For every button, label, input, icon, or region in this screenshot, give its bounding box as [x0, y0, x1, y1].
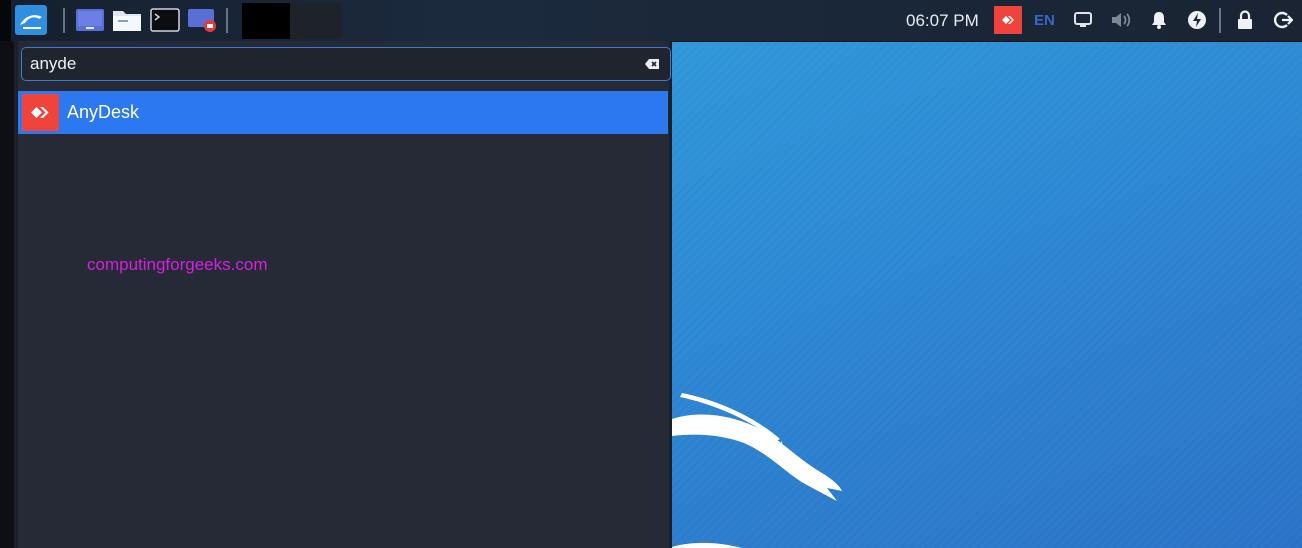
- app-launcher-menu: AnyDesk computingforgeeks.com: [14, 41, 672, 548]
- taskbar-window-button[interactable]: [290, 3, 342, 39]
- terminal-icon: [150, 8, 180, 32]
- panel-separator: [1219, 8, 1221, 33]
- anydesk-tray-icon: [994, 6, 1022, 34]
- file-manager-button[interactable]: [111, 5, 143, 35]
- anydesk-icon: [22, 94, 59, 131]
- top-panel: 06:07 PM EN: [0, 0, 1302, 42]
- result-item-anydesk[interactable]: AnyDesk: [18, 91, 668, 134]
- notifications-button[interactable]: [1146, 5, 1172, 35]
- kali-dragon-icon: [15, 5, 47, 35]
- show-desktop-button[interactable]: [74, 5, 106, 35]
- anydesk-tray-button[interactable]: [993, 5, 1023, 35]
- display-button[interactable]: [1070, 5, 1096, 35]
- panel-left-edge: [0, 0, 11, 41]
- taskbar-window-button[interactable]: [242, 3, 290, 39]
- clock[interactable]: 06:07 PM: [906, 0, 979, 41]
- volume-button[interactable]: [1108, 5, 1134, 35]
- logout-icon: [1273, 11, 1293, 29]
- clear-search-icon[interactable]: [644, 56, 660, 72]
- screen: 06:07 PM EN anyde AnyDesk computingforge…: [0, 0, 1302, 548]
- watermark-text: computingforgeeks.com: [87, 255, 268, 274]
- panel-separator: [226, 8, 228, 33]
- screen-record-icon: [188, 9, 216, 32]
- power-manager-button[interactable]: [1184, 5, 1210, 35]
- desktop-wallpaper[interactable]: [672, 41, 1302, 548]
- kali-menu-button[interactable]: [14, 5, 48, 35]
- logout-button[interactable]: [1270, 5, 1296, 35]
- volume-icon: [1112, 13, 1131, 27]
- display-icon: [1074, 12, 1092, 27]
- keyboard-layout-indicator[interactable]: EN: [1034, 0, 1055, 41]
- terminal-button[interactable]: [149, 5, 181, 35]
- search-results-list: AnyDesk: [18, 91, 668, 134]
- kali-dragon-logo: [672, 393, 842, 548]
- folder-icon: [113, 11, 141, 31]
- result-label: AnyDesk: [67, 102, 140, 122]
- bell-icon: [1152, 12, 1166, 29]
- search-box[interactable]: [21, 47, 671, 81]
- lock-screen-button[interactable]: [1232, 5, 1258, 35]
- desktop-icon: [76, 9, 104, 31]
- search-input[interactable]: [30, 48, 630, 79]
- lock-icon: [1238, 10, 1252, 29]
- screen-recorder-button[interactable]: [186, 5, 220, 35]
- power-icon: [1188, 11, 1206, 29]
- panel-separator: [63, 8, 65, 33]
